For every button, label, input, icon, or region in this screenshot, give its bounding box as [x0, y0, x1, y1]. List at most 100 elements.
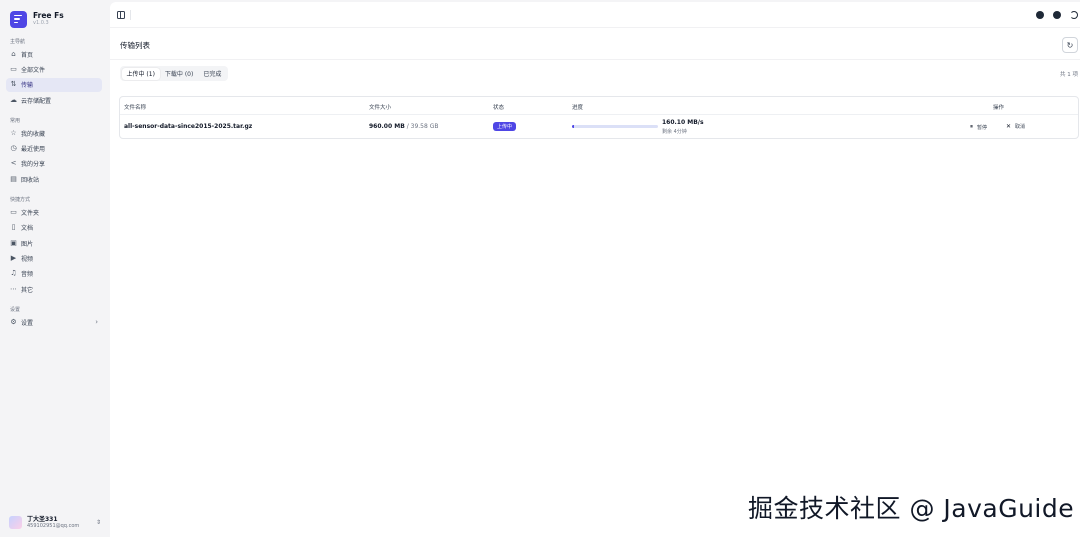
sidebar-item-recent[interactable]: ◷ 最近使用 — [6, 142, 102, 156]
transfer-icon: ⇅ — [10, 80, 17, 89]
chevron-right-icon: › — [95, 318, 98, 327]
user-name: 丁大圣331 — [27, 516, 58, 523]
sidebar-item-trash[interactable]: ▤ 回收站 — [6, 172, 102, 186]
column-header-size: 文件大小 — [369, 105, 392, 111]
gear-icon: ⚙ — [10, 317, 17, 326]
sidebar-item-shares[interactable]: < 我的分享 — [6, 157, 102, 171]
divider — [130, 10, 131, 20]
nav-group-label: 快捷方式 — [10, 197, 31, 204]
sidebar-item-transfer[interactable]: ⇅ 传输 — [6, 77, 102, 92]
cloud-icon: ☁ — [10, 95, 17, 104]
cancel-label: 取消 — [1015, 124, 1026, 130]
more-icon: ⋯ — [10, 284, 17, 293]
transfer-table: 文件名称 文件大小 状态 进度 操作 all-sensor-data-since… — [119, 96, 1079, 139]
status-badge: 上传中 — [493, 122, 517, 131]
sidebar-item-settings[interactable]: ⚙ 设置 › — [6, 315, 102, 329]
tab-downloading[interactable]: 下载中 (0) — [160, 68, 198, 80]
theme-toggle-icon[interactable] — [1070, 11, 1078, 19]
transfer-tabs: 上传中 (1) 下载中 (0) 已完成 — [120, 66, 228, 81]
folder-open-icon: ▭ — [10, 64, 17, 73]
column-header-actions: 操作 — [993, 105, 1005, 111]
sidebar-item-other[interactable]: ⋯ 其它 — [6, 282, 102, 296]
sidebar-item-label: 设置 — [21, 319, 34, 327]
tab-uploading[interactable]: 上传中 (1) — [121, 67, 160, 80]
sidebar-item-audio[interactable]: ♫ 音频 — [6, 267, 102, 281]
progress-bar — [572, 125, 658, 128]
sidebar-item-favorites[interactable]: ☆ 我的收藏 — [6, 126, 102, 140]
remaining-time: 剩余 4分钟 — [662, 129, 687, 135]
sidebar-item-label: 我的分享 — [21, 161, 46, 169]
image-icon: ▣ — [10, 238, 17, 247]
sidebar-item-label: 视频 — [21, 256, 34, 264]
user-email: 459102951@qq.com — [27, 523, 80, 529]
column-header-status: 状态 — [493, 105, 505, 111]
sidebar-item-label: 音频 — [21, 271, 34, 279]
refresh-button[interactable]: ↻ — [1062, 37, 1078, 53]
brand[interactable]: Free Fs v1.0.3 — [10, 8, 102, 30]
file-size-current: 960.00 MB — [369, 123, 405, 130]
sidebar-item-label: 我的收藏 — [21, 130, 46, 138]
table-header: 文件名称 文件大小 状态 进度 操作 — [120, 97, 1078, 115]
transfer-speed: 160.10 MB/s — [662, 119, 704, 126]
app-logo-icon — [10, 10, 27, 28]
sidebar-item-videos[interactable]: ▶ 视频 — [6, 252, 102, 266]
app-version: v1.0.3 — [33, 20, 49, 26]
music-icon: ♫ — [10, 269, 17, 278]
nav-group-label: 常用 — [10, 118, 21, 125]
divider — [110, 59, 1080, 60]
refresh-icon: ↻ — [1066, 40, 1074, 50]
close-icon: ✕ — [1006, 123, 1012, 130]
sidebar: Free Fs v1.0.3 主导航 ⌂ 首页 ▭ 全部文件 ⇅ 传输 ☁ 云存储配置 … — [0, 0, 108, 537]
pause-button[interactable]: ⏸ 暂停 — [970, 123, 987, 131]
sidebar-item-label: 最近使用 — [21, 146, 46, 154]
trash-icon: ▤ — [10, 174, 17, 183]
sidebar-item-images[interactable]: ▣ 图片 — [6, 236, 102, 250]
sidebar-item-label: 其它 — [21, 286, 34, 294]
github-icon[interactable] — [1036, 11, 1044, 19]
sidebar-toggle-icon[interactable] — [117, 11, 125, 19]
table-row: all-sensor-data-since2015-2025.tar.gz 96… — [120, 115, 1078, 139]
sidebar-item-label: 云存储配置 — [21, 97, 52, 105]
sidebar-item-folders[interactable]: ▭ 文件夹 — [6, 205, 102, 219]
sidebar-item-label: 文档 — [21, 225, 34, 233]
sidebar-item-label: 文件夹 — [21, 209, 40, 217]
clock-icon: ◷ — [10, 144, 17, 153]
sidebar-item-documents[interactable]: ▯ 文档 — [6, 221, 102, 235]
pause-label: 暂停 — [977, 124, 988, 131]
cancel-button[interactable]: ✕ 取消 — [1006, 123, 1025, 130]
file-name: all-sensor-data-since2015-2025.tar.gz — [124, 123, 253, 130]
sidebar-item-cloud-storage[interactable]: ☁ 云存储配置 — [6, 93, 102, 107]
document-icon: ▯ — [11, 223, 16, 232]
sidebar-item-label: 全部文件 — [21, 66, 46, 74]
page-title: 传输列表 — [120, 41, 150, 50]
total-count: 共 1 项 — [1060, 72, 1078, 78]
file-size: 960.00 MB / 39.58 GB — [369, 123, 438, 130]
watermark: 掘金技术社区 @ JavaGuide — [748, 494, 1075, 523]
column-header-progress: 进度 — [572, 105, 584, 111]
column-header-name: 文件名称 — [124, 105, 147, 111]
progress-fill — [572, 125, 575, 128]
folder-icon: ▭ — [10, 207, 17, 216]
star-icon: ☆ — [10, 128, 17, 137]
home-icon: ⌂ — [11, 49, 16, 58]
file-size-total: / 39.58 GB — [404, 123, 439, 130]
chevrons-up-down-icon: ⇕ — [95, 519, 101, 526]
main-panel: 传输列表 ↻ 上传中 (1) 下载中 (0) 已完成 共 1 项 文件名称 文件… — [110, 2, 1080, 537]
sidebar-item-all-files[interactable]: ▭ 全部文件 — [6, 62, 102, 76]
sidebar-item-label: 回收站 — [21, 176, 40, 184]
pause-icon: ⏸ — [970, 123, 974, 130]
share-icon: < — [10, 159, 17, 168]
sidebar-item-home[interactable]: ⌂ 首页 — [6, 47, 102, 61]
nav-group-label: 主导航 — [10, 39, 26, 45]
sidebar-item-label: 传输 — [21, 82, 34, 90]
globe-icon[interactable] — [1053, 11, 1061, 19]
avatar — [9, 516, 22, 529]
video-icon: ▶ — [10, 254, 17, 263]
sidebar-item-label: 首页 — [21, 51, 34, 59]
app-name: Free Fs — [33, 11, 64, 20]
topbar — [110, 2, 1080, 28]
sidebar-item-label: 图片 — [21, 240, 34, 248]
user-menu[interactable]: 丁大圣331 459102951@qq.com ⇕ — [9, 516, 101, 529]
nav-group-label: 设置 — [10, 307, 21, 314]
tab-completed[interactable]: 已完成 — [198, 68, 226, 80]
